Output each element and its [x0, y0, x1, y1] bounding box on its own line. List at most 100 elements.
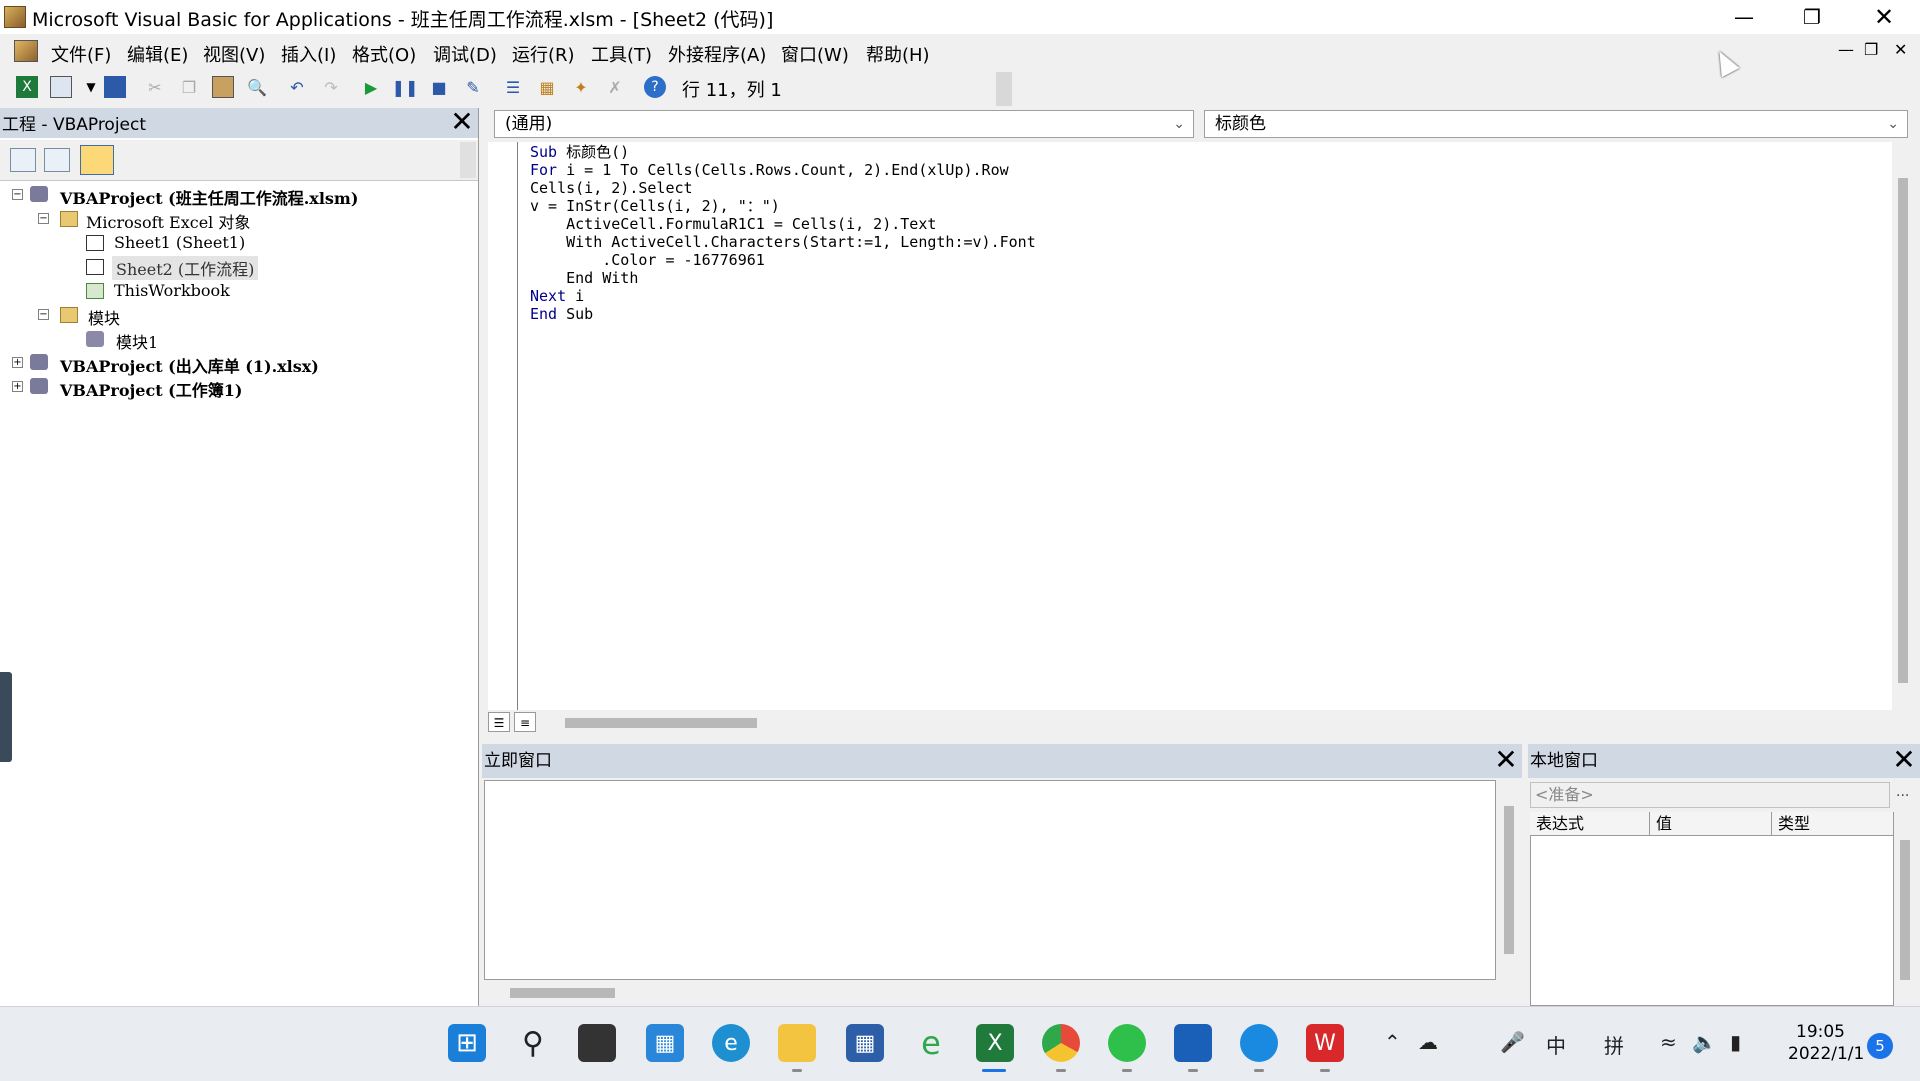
expand-icon[interactable]: + [12, 357, 23, 368]
clock-time[interactable]: 19:05 [1796, 1022, 1845, 1042]
menu-help[interactable]: 帮助(H) [866, 41, 930, 67]
code-line[interactable]: Next i [530, 287, 584, 305]
immediate-horizontal-scrollbar[interactable] [484, 980, 1496, 1006]
run-icon[interactable]: ▶ [360, 76, 382, 98]
menu-view[interactable]: 视图(V) [203, 41, 265, 67]
undo-icon[interactable]: ↶ [286, 76, 308, 98]
design-mode-icon[interactable]: ✎ [462, 76, 484, 98]
close-icon[interactable]: ✕ [1856, 0, 1912, 34]
code-horizontal-thumb[interactable] [565, 718, 757, 728]
child-minimize-icon[interactable]: — [1838, 40, 1854, 59]
clock-date[interactable]: 2022/1/1 [1788, 1044, 1864, 1064]
code-vertical-thumb[interactable] [1898, 178, 1908, 683]
immediate-input[interactable] [484, 780, 1496, 980]
menu-insert[interactable]: 插入(I) [281, 41, 336, 67]
code-line[interactable]: For i = 1 To Cells(Cells.Rows.Count, 2).… [530, 161, 1009, 179]
collapse-icon[interactable]: − [12, 189, 23, 200]
code-line[interactable]: Cells(i, 2).Select [530, 179, 693, 197]
insert-userform-icon[interactable] [50, 76, 72, 98]
collapse-icon[interactable]: − [38, 213, 49, 224]
child-close-icon[interactable]: ✕ [1894, 40, 1907, 59]
help-icon[interactable]: ? [644, 76, 666, 98]
toggle-folders-icon[interactable] [80, 145, 114, 175]
windows-start-icon[interactable]: ⊞ [448, 1024, 486, 1062]
vba-menu-icon[interactable] [14, 40, 38, 62]
tree-thisworkbook[interactable]: ThisWorkbook [114, 281, 230, 300]
column-type[interactable]: 类型 [1772, 812, 1894, 836]
close-icon[interactable]: ✕ [1492, 746, 1520, 776]
toolbox-icon[interactable]: ✗ [604, 76, 626, 98]
object-combo[interactable]: (通用) ⌄ [494, 110, 1194, 138]
volume-icon[interactable]: 🔈 [1692, 1030, 1717, 1054]
locals-vertical-thumb[interactable] [1900, 840, 1910, 980]
microphone-icon[interactable]: 🎤 [1500, 1030, 1525, 1054]
view-object-icon[interactable] [44, 148, 70, 172]
chrome-icon[interactable] [1042, 1024, 1080, 1062]
menu-format[interactable]: 格式(O) [352, 41, 416, 67]
find-icon[interactable]: 🔍 [246, 76, 268, 98]
copy-icon[interactable]: ❐ [178, 76, 200, 98]
close-icon[interactable]: ✕ [448, 108, 476, 138]
dingtalk-icon[interactable] [1240, 1024, 1278, 1062]
tree-project-1[interactable]: VBAProject (班主任周工作流程.xlsm) [60, 185, 358, 209]
procedure-combo[interactable]: 标颜色 ⌄ [1204, 110, 1908, 138]
menu-window[interactable]: 窗口(W) [781, 41, 849, 67]
restore-icon[interactable]: ❐ [1784, 0, 1840, 34]
tree-sheet1[interactable]: Sheet1 (Sheet1) [114, 233, 245, 252]
menu-run[interactable]: 运行(R) [512, 41, 575, 67]
menu-file[interactable]: 文件(F) [51, 41, 111, 67]
view-code-icon[interactable] [10, 148, 36, 172]
reset-icon[interactable]: ■ [428, 76, 450, 98]
minimize-icon[interactable]: — [1716, 0, 1772, 34]
code-line[interactable]: Sub 标颜色() [530, 143, 629, 161]
wps-icon[interactable]: W [1306, 1024, 1344, 1062]
save-icon[interactable] [104, 76, 126, 98]
cloud-icon[interactable]: ☁ [1418, 1030, 1438, 1054]
object-browser-icon[interactable]: ✦ [570, 76, 592, 98]
tree-sheet2[interactable]: Sheet2 (工作流程) [112, 256, 259, 280]
code-line[interactable]: v = InStr(Cells(i, 2), "：") [530, 197, 780, 215]
project-explorer-icon[interactable]: ☰ [502, 76, 524, 98]
menu-debug[interactable]: 调试(D) [433, 41, 497, 67]
menu-addins[interactable]: 外接程序(A) [668, 41, 766, 67]
immediate-vertical-thumb[interactable] [1504, 806, 1514, 954]
break-icon[interactable]: ❚❚ [392, 76, 419, 98]
project-scroll-grip[interactable] [460, 142, 476, 178]
cut-icon[interactable]: ✂ [144, 76, 166, 98]
view-excel-icon[interactable]: X [16, 76, 38, 98]
code-line[interactable]: With ActiveCell.Characters(Start:=1, Len… [530, 233, 1036, 251]
store-icon[interactable]: ▦ [846, 1024, 884, 1062]
left-edge-handle[interactable] [0, 672, 12, 762]
search-icon[interactable]: ⚲ [514, 1024, 552, 1062]
excel-icon[interactable]: X [976, 1024, 1014, 1062]
chevron-down-icon[interactable]: ▼ [80, 76, 102, 98]
ie-icon[interactable]: e [912, 1024, 950, 1062]
immediate-horizontal-thumb[interactable] [510, 988, 615, 998]
column-value[interactable]: 值 [1650, 812, 1772, 836]
ime-mode[interactable]: 中 [1546, 1030, 1566, 1059]
chart-app-icon[interactable] [1174, 1024, 1212, 1062]
tree-module1[interactable]: 模块1 [116, 329, 158, 353]
redo-icon[interactable]: ↷ [320, 76, 342, 98]
code-line[interactable]: ActiveCell.FormulaR1C1 = Cells(i, 2).Tex… [530, 215, 936, 233]
expand-icon[interactable]: + [12, 381, 23, 392]
code-line[interactable]: End With [530, 269, 638, 287]
ime-pinyin[interactable]: 拼 [1604, 1030, 1624, 1059]
properties-window-icon[interactable]: ▦ [536, 76, 558, 98]
menu-edit[interactable]: 编辑(E) [127, 41, 188, 67]
toolbar-options-icon[interactable] [996, 72, 1012, 106]
chevron-up-icon[interactable]: ⌃ [1384, 1030, 1401, 1054]
close-icon[interactable]: ✕ [1890, 746, 1918, 776]
notification-badge[interactable]: 5 [1867, 1033, 1893, 1059]
tree-modules[interactable]: 模块 [88, 305, 120, 329]
code-line[interactable]: .Color = -16776961 [530, 251, 765, 269]
battery-icon[interactable]: ▮ [1730, 1030, 1741, 1054]
column-expression[interactable]: 表达式 [1530, 812, 1650, 836]
widgets-icon[interactable]: ▦ [646, 1024, 684, 1062]
paste-icon[interactable] [212, 76, 234, 98]
procedure-view-icon[interactable]: ☰ [488, 712, 510, 732]
full-module-view-icon[interactable]: ≡ [514, 712, 536, 732]
locals-grid[interactable] [1530, 812, 1894, 1006]
collapse-icon[interactable]: − [38, 309, 49, 320]
menu-tools[interactable]: 工具(T) [591, 41, 652, 67]
